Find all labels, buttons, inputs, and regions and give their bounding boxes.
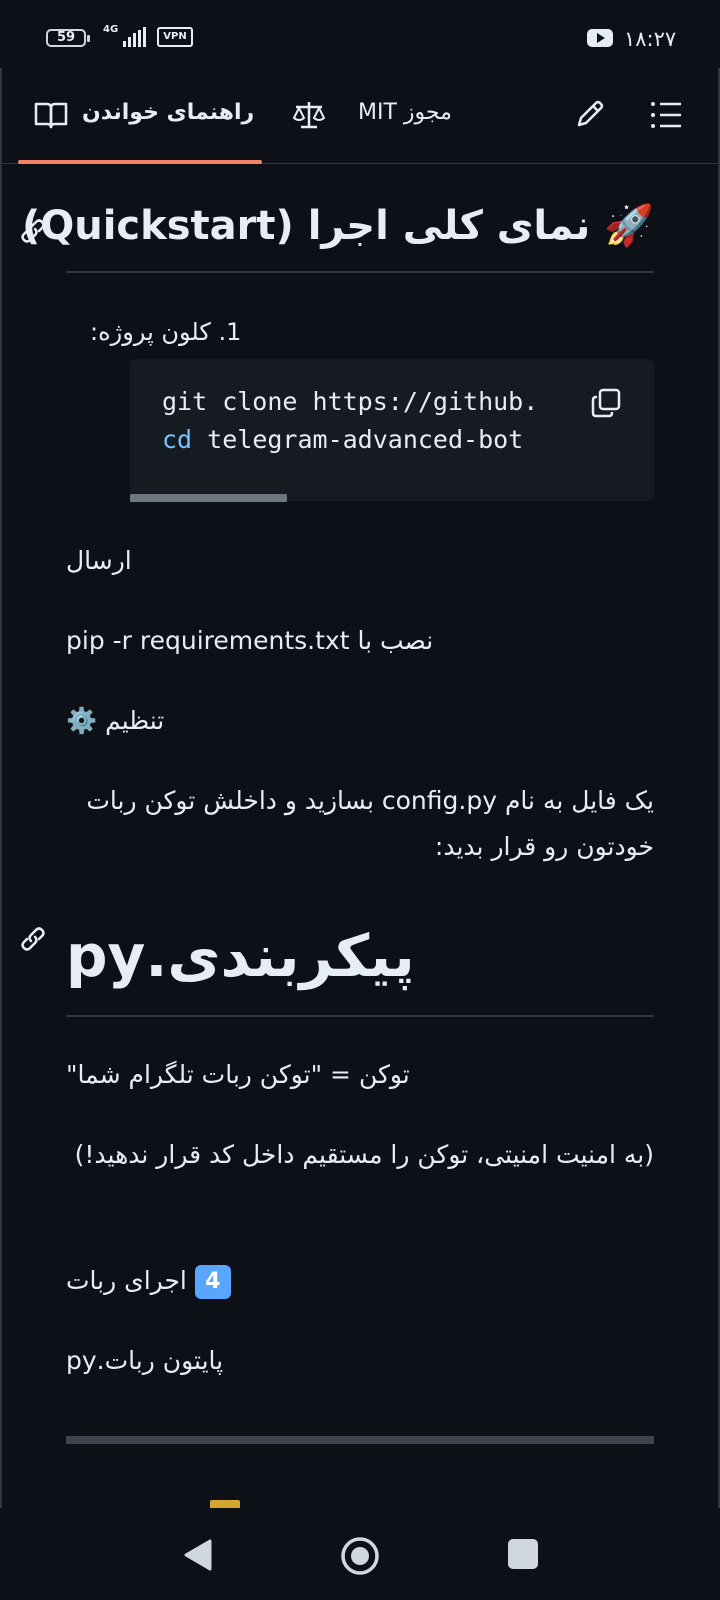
heading-divider <box>66 1015 654 1017</box>
list-item-number: 1. <box>218 318 242 346</box>
copy-icon[interactable] <box>590 387 622 419</box>
heading-divider <box>66 271 654 273</box>
keycap-4-icon: 4 <box>194 1265 231 1299</box>
paragraph-run: 4 اجرای ربات <box>66 1258 654 1304</box>
paragraph-install: نصب با pip -r requirements.txt <box>66 626 434 655</box>
list-item-text: کلون پروژه: <box>90 318 211 346</box>
horizontal-rule <box>66 1436 654 1444</box>
paragraph-setup: تنظیم ⚙️ <box>66 706 165 735</box>
paragraph-security-note: (به امنیت امنیتی، توکن را مستقیم داخل کد… <box>74 1140 654 1169</box>
paragraph-python: پایتون ربات.py <box>66 1346 224 1375</box>
signal-icon <box>123 27 147 47</box>
code-scrollbar[interactable] <box>130 494 287 502</box>
back-icon[interactable] <box>182 1538 214 1572</box>
code-line-2-rest: telegram-advanced-bot <box>192 425 524 454</box>
anchor-link-icon[interactable] <box>18 924 48 954</box>
paragraph-token: توکن = "توکن ربات تلگرام شما" <box>66 1060 410 1089</box>
list-icon[interactable] <box>650 100 682 130</box>
partial-emoji-icon <box>210 1500 240 1508</box>
active-tab-indicator <box>18 160 262 164</box>
clock: ۱۸:۲۷ <box>624 27 677 51</box>
recent-apps-icon[interactable] <box>508 1539 538 1569</box>
code-keyword: cd <box>162 425 193 454</box>
tab-readme[interactable]: راهنمای خواندن <box>18 68 262 164</box>
tab-license-label[interactable]: مجوز MIT <box>358 100 452 125</box>
book-icon <box>34 102 68 129</box>
battery-icon: 59 <box>46 29 90 47</box>
tab-readme-label: راهنمای خواندن <box>82 100 255 125</box>
status-bar: 59 4G VPN ۱۸:۲۷ <box>0 0 720 68</box>
scale-icon[interactable] <box>292 100 326 130</box>
heading-quickstart: 🚀 نمای کلی اجرا (Quickstart) <box>21 203 654 249</box>
pencil-icon[interactable] <box>574 98 606 130</box>
tab-bar: راهنمای خواندن مجوز MIT <box>0 68 720 164</box>
youtube-icon <box>587 29 613 47</box>
home-icon[interactable] <box>340 1536 380 1576</box>
code-line-1: git clone https://github. <box>162 387 539 416</box>
network-type: 4G <box>103 24 119 35</box>
vpn-badge: VPN <box>157 27 193 47</box>
heading-config: پیکربندی.py <box>66 922 415 990</box>
code-line-2: cd telegram-advanced-bot <box>162 425 523 454</box>
code-block[interactable]: git clone https://github. cd telegram-ad… <box>130 359 654 501</box>
paragraph-config: یک فایل به نام config.py بسازید و داخلش … <box>86 786 654 861</box>
list-item: 1. کلون پروژه: <box>90 318 290 346</box>
paragraph-run-text: اجرای ربات <box>66 1266 187 1295</box>
paragraph-send: ارسال <box>66 546 132 575</box>
